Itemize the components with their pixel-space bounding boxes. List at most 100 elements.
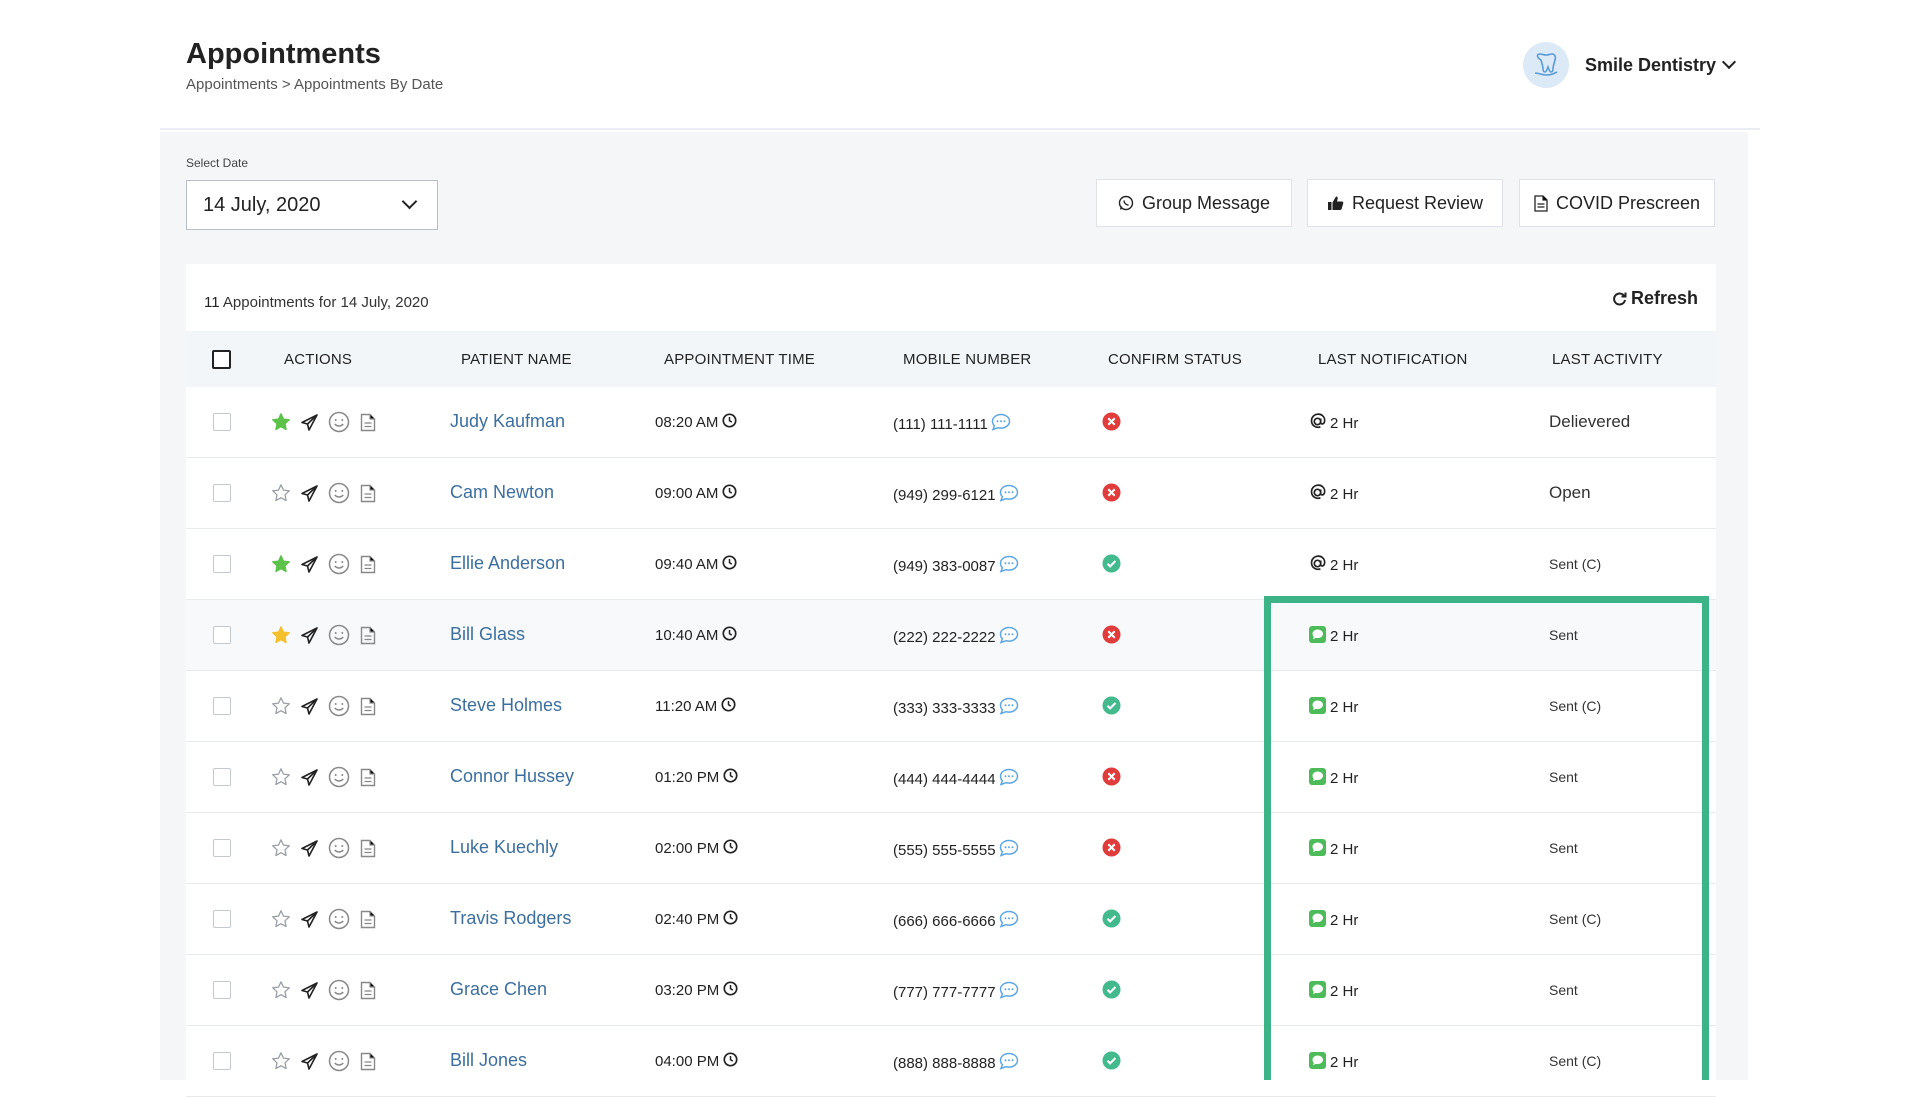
- document-icon[interactable]: [360, 697, 376, 721]
- star-icon[interactable]: [271, 696, 291, 721]
- covid-prescreen-button[interactable]: COVID Prescreen: [1519, 179, 1715, 227]
- chat-icon[interactable]: [999, 555, 1019, 577]
- star-icon[interactable]: [271, 1051, 291, 1076]
- chat-icon[interactable]: [999, 839, 1019, 861]
- patient-name-link[interactable]: Ellie Anderson: [450, 553, 565, 574]
- row-checkbox[interactable]: [213, 1052, 231, 1070]
- chat-icon[interactable]: [999, 697, 1019, 719]
- document-icon[interactable]: [360, 981, 376, 1005]
- send-icon[interactable]: [301, 981, 318, 1004]
- select-all-checkbox[interactable]: [212, 350, 231, 369]
- row-checkbox[interactable]: [213, 555, 231, 573]
- chat-icon[interactable]: [999, 1052, 1019, 1074]
- row-checkbox[interactable]: [213, 484, 231, 502]
- date-select[interactable]: 14 July, 2020: [186, 180, 438, 230]
- chat-icon[interactable]: [999, 484, 1019, 506]
- smiley-icon[interactable]: [328, 837, 350, 864]
- confirmed-check-icon: [1102, 696, 1121, 720]
- unconfirmed-x-icon: [1102, 625, 1121, 649]
- send-icon[interactable]: [301, 484, 318, 507]
- chat-icon[interactable]: [999, 981, 1019, 1003]
- patient-name-link[interactable]: Cam Newton: [450, 482, 554, 503]
- patient-name-link[interactable]: Luke Kuechly: [450, 837, 558, 858]
- smiley-icon[interactable]: [328, 553, 350, 580]
- clock-icon: [722, 413, 737, 432]
- star-icon[interactable]: [271, 909, 291, 934]
- row-checkbox[interactable]: [213, 626, 231, 644]
- row-checkbox[interactable]: [213, 413, 231, 431]
- smiley-icon[interactable]: [328, 766, 350, 793]
- send-icon[interactable]: [301, 413, 318, 436]
- appointment-count-text: Appointments for 14 July, 2020: [222, 294, 429, 311]
- chat-icon[interactable]: [999, 910, 1019, 932]
- smiley-icon[interactable]: [328, 624, 350, 651]
- appointments-panel: 11 Appointments for 14 July, 2020 Refres…: [186, 264, 1716, 1097]
- chat-icon[interactable]: [999, 626, 1019, 648]
- star-icon[interactable]: [271, 980, 291, 1005]
- table-row: Ellie Anderson 09:40 AM (949) 383-0087 2…: [186, 529, 1716, 600]
- row-checkbox[interactable]: [213, 981, 231, 999]
- star-icon[interactable]: [271, 767, 291, 792]
- row-checkbox[interactable]: [213, 697, 231, 715]
- document-icon[interactable]: [360, 910, 376, 934]
- document-icon[interactable]: [360, 413, 376, 437]
- whatsapp-icon: [1118, 195, 1134, 211]
- send-icon[interactable]: [301, 1052, 318, 1075]
- send-icon[interactable]: [301, 768, 318, 791]
- send-icon[interactable]: [301, 697, 318, 720]
- document-icon[interactable]: [360, 555, 376, 579]
- patient-name-link[interactable]: Connor Hussey: [450, 766, 574, 787]
- star-icon[interactable]: [271, 412, 291, 437]
- appointment-time: 03:20 PM: [655, 981, 738, 1000]
- smiley-icon[interactable]: [328, 482, 350, 509]
- patient-name-link[interactable]: Bill Jones: [450, 1050, 527, 1071]
- document-icon[interactable]: [360, 1052, 376, 1076]
- smiley-icon[interactable]: [328, 1050, 350, 1077]
- star-icon[interactable]: [271, 554, 291, 579]
- confirmed-check-icon: [1102, 909, 1121, 933]
- document-icon[interactable]: [360, 484, 376, 508]
- table-row: Connor Hussey 01:20 PM (444) 444-4444 2 …: [186, 742, 1716, 813]
- last-notification-value: 2 Hr: [1330, 415, 1359, 432]
- patient-name-link[interactable]: Steve Holmes: [450, 695, 562, 716]
- smiley-icon[interactable]: [328, 695, 350, 722]
- star-icon[interactable]: [271, 625, 291, 650]
- star-icon[interactable]: [271, 838, 291, 863]
- send-icon[interactable]: [301, 626, 318, 649]
- mobile-number: (949) 299-6121: [893, 484, 1019, 506]
- patient-name-link[interactable]: Travis Rodgers: [450, 908, 571, 929]
- appointment-time-value: 02:00 PM: [655, 840, 720, 857]
- practice-menu[interactable]: Smile Dentistry: [1522, 42, 1737, 88]
- patient-name-link[interactable]: Grace Chen: [450, 979, 547, 1000]
- main-content: Select Date 14 July, 2020 Group Message …: [160, 132, 1748, 1097]
- document-icon[interactable]: [360, 626, 376, 650]
- smiley-icon[interactable]: [328, 908, 350, 935]
- breadcrumb[interactable]: Appointments > Appointments By Date: [186, 76, 443, 93]
- row-checkbox[interactable]: [213, 839, 231, 857]
- chat-icon[interactable]: [991, 413, 1011, 435]
- table-row: Luke Kuechly 02:00 PM (555) 555-5555 2 H…: [186, 813, 1716, 884]
- document-icon[interactable]: [360, 839, 376, 863]
- send-icon[interactable]: [301, 555, 318, 578]
- refresh-button[interactable]: Refresh: [1612, 288, 1698, 309]
- row-checkbox[interactable]: [213, 768, 231, 786]
- row-actions: [271, 482, 376, 509]
- send-icon[interactable]: [301, 910, 318, 933]
- smiley-icon[interactable]: [328, 411, 350, 438]
- group-message-button[interactable]: Group Message: [1096, 179, 1292, 227]
- last-notification: 2 Hr: [1308, 483, 1358, 506]
- send-icon[interactable]: [301, 839, 318, 862]
- refresh-label: Refresh: [1630, 288, 1698, 308]
- patient-name-link[interactable]: Judy Kaufman: [450, 411, 565, 432]
- mobile-number: (949) 383-0087: [893, 555, 1019, 577]
- smiley-icon[interactable]: [328, 979, 350, 1006]
- row-checkbox[interactable]: [213, 910, 231, 928]
- chat-icon[interactable]: [999, 768, 1019, 790]
- document-icon[interactable]: [360, 768, 376, 792]
- mobile-number: (111) 111-1111: [893, 413, 1011, 435]
- request-review-button[interactable]: Request Review: [1307, 179, 1503, 227]
- patient-name-link[interactable]: Bill Glass: [450, 624, 525, 645]
- table-row: Grace Chen 03:20 PM (777) 777-7777 2 Hr …: [186, 955, 1716, 1026]
- appointment-time: 02:00 PM: [655, 839, 738, 858]
- star-icon[interactable]: [271, 483, 291, 508]
